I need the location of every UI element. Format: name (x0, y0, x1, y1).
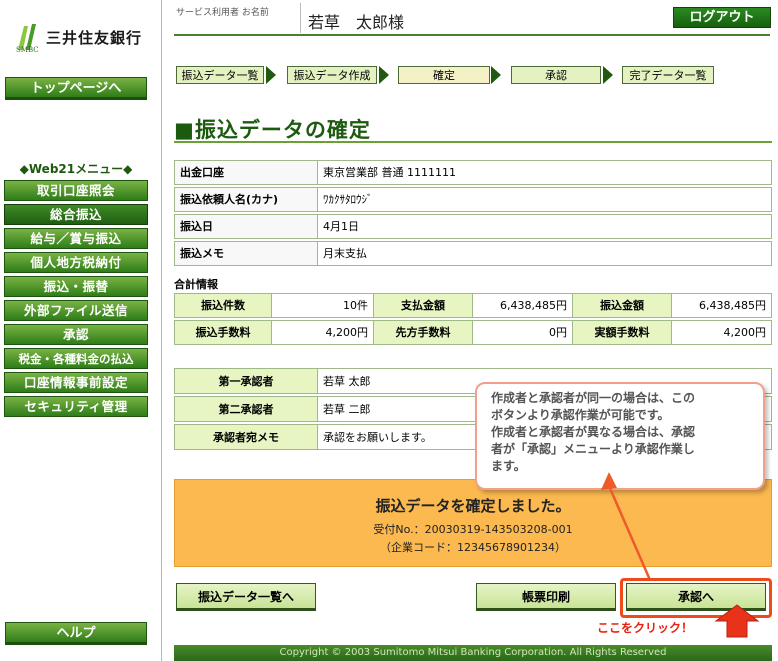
header-rule (174, 34, 770, 36)
transfer-memo-value: 月末支払 (317, 241, 772, 266)
paid-value: 6,438,485円 (472, 293, 573, 318)
print-button[interactable]: 帳票印刷 (476, 583, 616, 611)
brand-sub: SMBC (16, 46, 39, 54)
payee-fee-label: 先方手数料 (373, 320, 473, 345)
logout-button[interactable]: ログアウト (673, 7, 771, 28)
top-page-button[interactable]: トップページへ (5, 77, 147, 100)
callout-line-1: 作成者と承認者が同一の場合は、この (491, 391, 696, 405)
actual-fee-value: 4,200円 (671, 320, 772, 345)
summary-heading: 合計情報 (174, 278, 218, 291)
sidebar-item-security[interactable]: セキュリティ管理 (4, 396, 148, 417)
corporate-code: （企業コード：12345678901234） (380, 541, 566, 554)
requester-value: ﾜｶｸｻﾀﾛｳｼﾞ (317, 187, 772, 212)
click-arrow-icon (714, 604, 760, 638)
transfer-date-label: 振込日 (174, 214, 318, 239)
step-transfer-create: 振込データ作成 (287, 66, 377, 84)
actual-fee-label: 実額手数料 (572, 320, 672, 345)
receipt-number: 受付No.：20030319-143503208-001 (373, 523, 573, 536)
page-title: ■振込データの確定 (174, 118, 371, 142)
copyright-footer: Copyright © 2003 Sumitomo Mitsui Banking… (174, 645, 772, 661)
menu-heading: ◆Web21メニュー◆ (19, 162, 133, 176)
transfer-list-button[interactable]: 振込データ一覧へ (176, 583, 316, 611)
sidebar-item-account-inquiry[interactable]: 取引口座照会 (4, 180, 148, 201)
payee-fee-value: 0円 (472, 320, 573, 345)
sidebar-item-payroll[interactable]: 給与／賞与振込 (4, 228, 148, 249)
title-rule (174, 141, 772, 143)
callout-line-2: ボタンより承認作業が可能です。 (491, 408, 670, 422)
amount-value: 6,438,485円 (671, 293, 772, 318)
click-here-label: ここをクリック！ (597, 621, 694, 635)
account-label: 出金口座 (174, 160, 318, 185)
header-separator (300, 3, 301, 33)
sidebar-item-approval[interactable]: 承認 (4, 324, 148, 345)
step-complete-list: 完了データ一覧 (622, 66, 714, 84)
sidebar-item-transfer[interactable]: 振込・振替 (4, 276, 148, 297)
sidebar-item-account-settings[interactable]: 口座情報事前設定 (4, 372, 148, 393)
sidebar-divider (161, 0, 162, 661)
step-approve: 承認 (511, 66, 601, 84)
requester-label: 振込依頼人名(カナ) (174, 187, 318, 212)
second-approver-label: 第二承認者 (174, 396, 318, 422)
callout-pointer-arrow-icon (601, 472, 652, 581)
step-arrow-icon (603, 66, 613, 84)
completion-message: 振込データを確定しました。 (375, 497, 571, 515)
count-value: 10件 (271, 293, 374, 318)
brand-name: 三井住友銀行 (46, 29, 143, 47)
callout-line-3: 作成者と承認者が異なる場合は、承認 (491, 425, 696, 439)
help-button[interactable]: ヘルプ (5, 622, 147, 645)
transfer-date-value: 4月1日 (317, 214, 772, 239)
step-confirm: 確定 (398, 66, 490, 84)
sidebar-item-tax-payment[interactable]: 税金・各種料金の払込 (4, 348, 148, 369)
fee-value: 4,200円 (271, 320, 374, 345)
step-arrow-icon (491, 66, 501, 84)
paid-label: 支払金額 (373, 293, 473, 318)
count-label: 振込件数 (174, 293, 272, 318)
user-name: 若草 太郎様 (308, 13, 405, 32)
callout-line-4: 者が「承認」メニューより承認作業し (491, 442, 695, 456)
first-approver-label: 第一承認者 (174, 368, 318, 394)
step-arrow-icon (266, 66, 276, 84)
step-arrow-icon (379, 66, 389, 84)
transfer-memo-label: 振込メモ (174, 241, 318, 266)
account-value: 東京営業部 普通 1111111 (317, 160, 772, 185)
sidebar-item-bulk-transfer[interactable]: 総合振込 (4, 204, 148, 225)
user-label: サービス利用者 お名前 (176, 8, 269, 18)
sidebar: 三井住友銀行 SMBC トップページへ ◆Web21メニュー◆ 取引口座照会 総… (0, 0, 152, 661)
step-transfer-list: 振込データ一覧 (176, 66, 264, 84)
sidebar-item-local-tax[interactable]: 個人地方税納付 (4, 252, 148, 273)
amount-label: 振込金額 (572, 293, 672, 318)
sidebar-item-file-send[interactable]: 外部ファイル送信 (4, 300, 148, 321)
fee-label: 振込手数料 (174, 320, 272, 345)
approver-memo-label: 承認者宛メモ (174, 424, 318, 450)
